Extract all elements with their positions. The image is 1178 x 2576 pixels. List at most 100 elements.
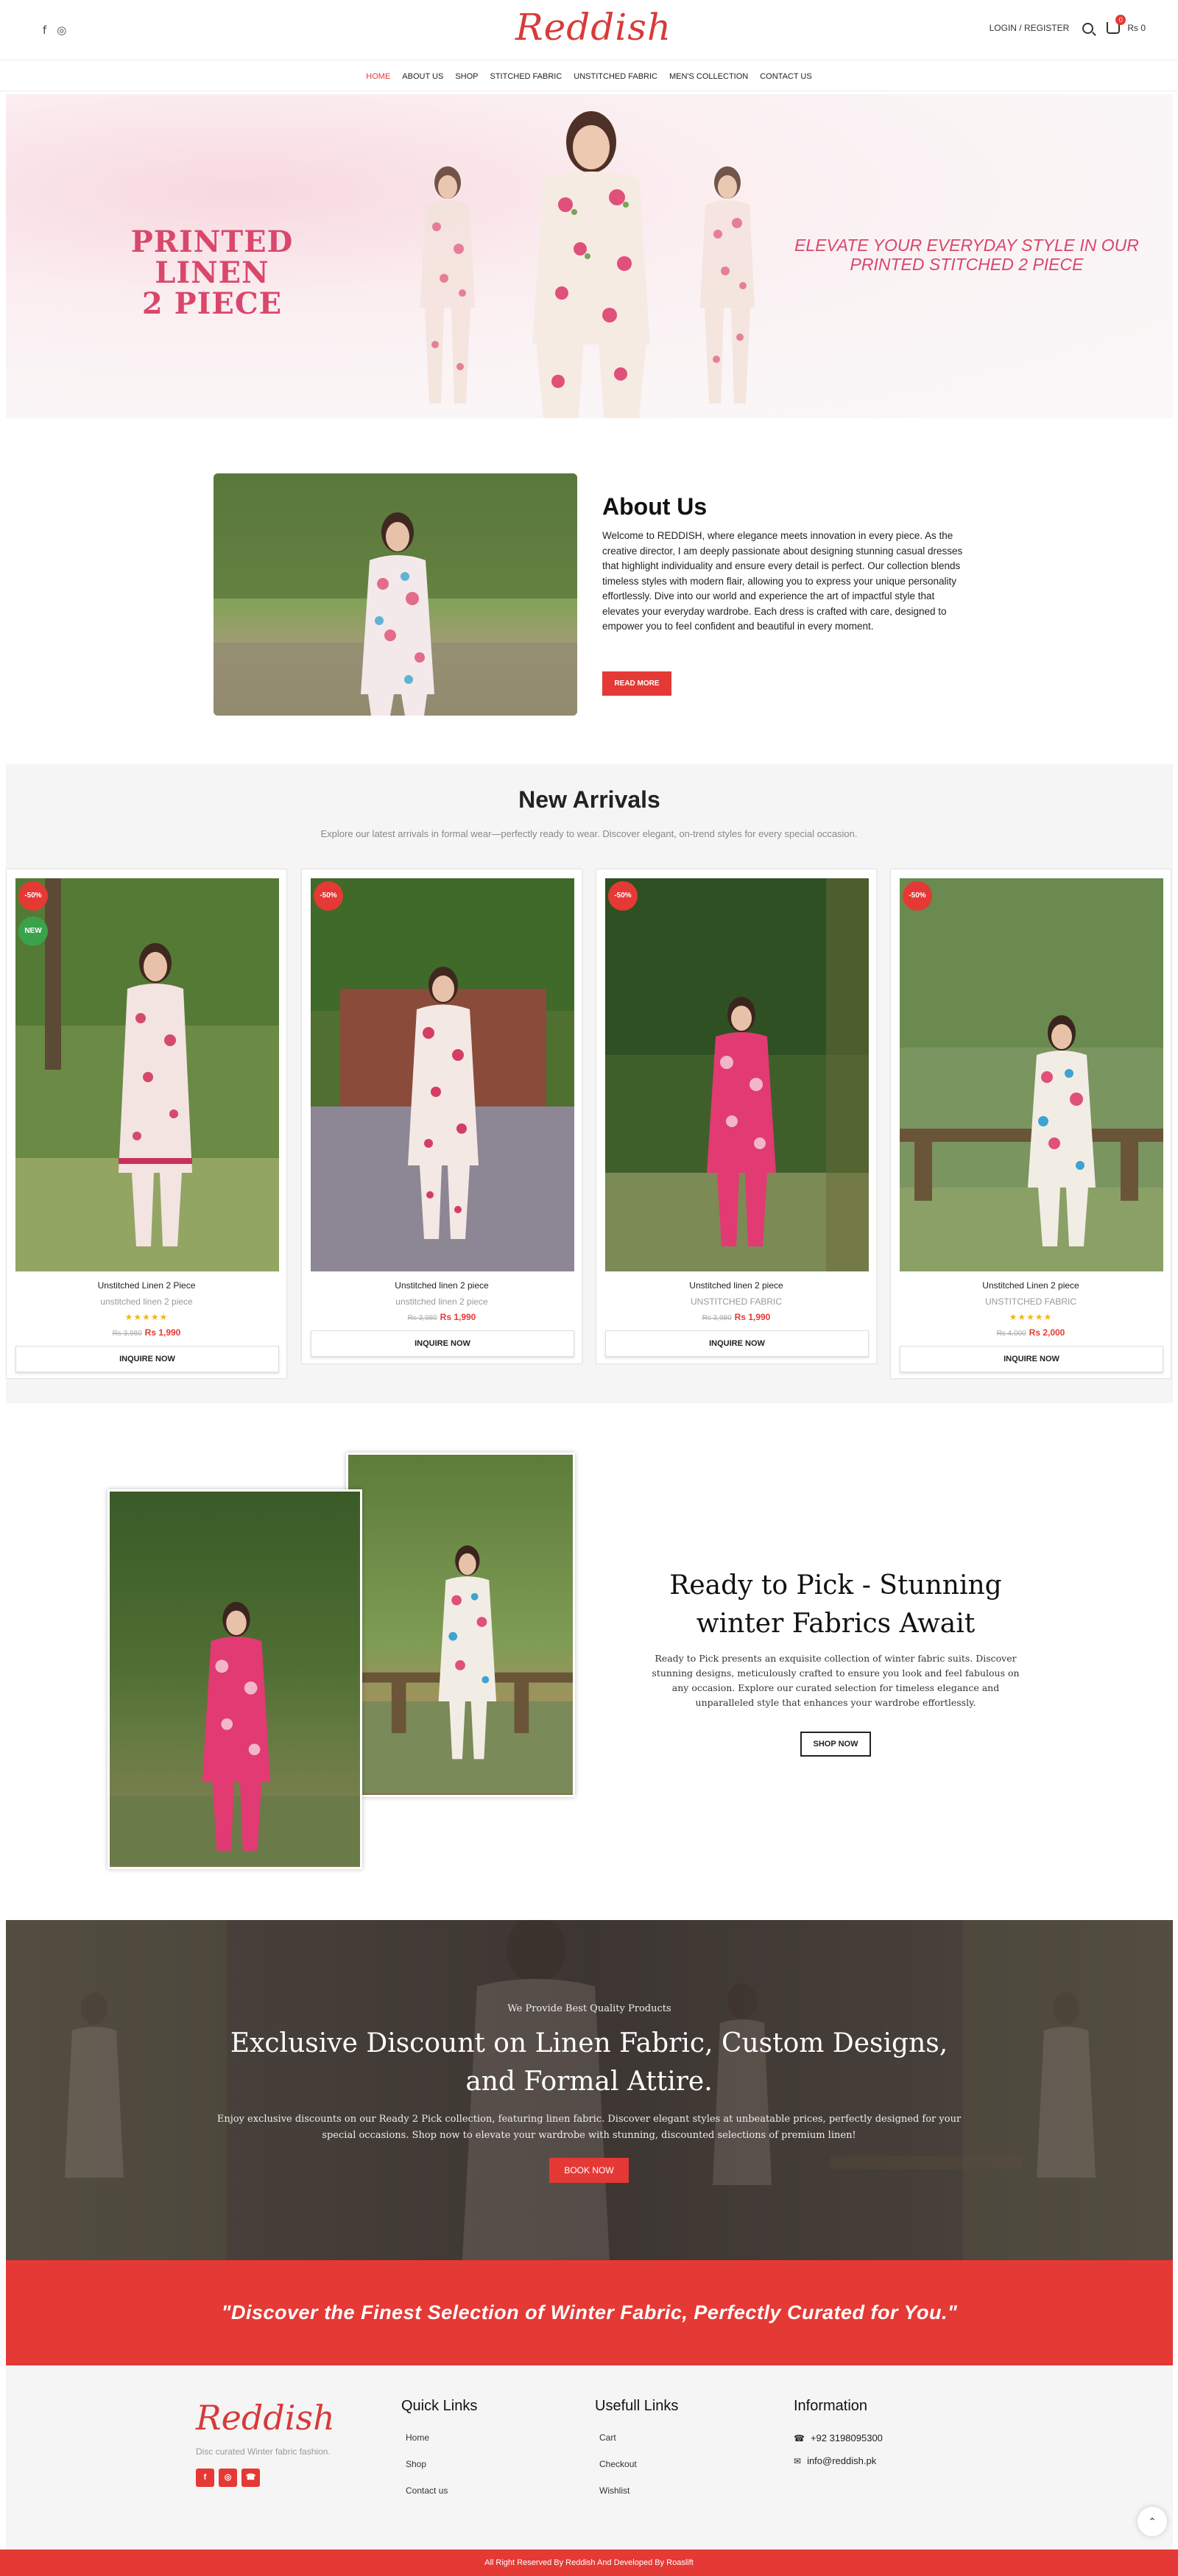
nav-about-us[interactable]: ABOUT US [402, 72, 443, 81]
product-category[interactable]: unstitched linen 2 piece [7, 1296, 286, 1307]
footer-link-home[interactable]: Home [406, 2432, 477, 2443]
product-price: Rs 3,980 Rs 1,990 [596, 1312, 876, 1322]
new-arrivals-subtitle: Explore our latest arrivals in formal we… [320, 828, 858, 839]
footer-tagline: Disc curated Winter fabric fashion. [196, 2446, 331, 2457]
product-card[interactable]: -50% Unstitched linen 2 piece UNSTITCHED… [596, 869, 877, 1364]
footer-link-contact[interactable]: Contact us [406, 2485, 477, 2496]
hero-model-image [532, 111, 650, 418]
chevron-up-icon: ⌃ [1148, 2516, 1157, 2527]
shop-now-button[interactable]: SHOP NOW [800, 1732, 871, 1757]
product-photo-4 [900, 878, 1163, 1271]
product-sale-price: Rs 1,990 [440, 1312, 476, 1322]
product-price: Rs 4,000 Rs 2,000 [891, 1327, 1171, 1338]
nav-unstitched-fabric[interactable]: UNSTITCHED FABRIC [574, 72, 657, 81]
product-sale-price: Rs 1,990 [144, 1327, 181, 1338]
about-title: About Us [602, 493, 708, 520]
product-card[interactable]: -50% NEW Unstitched Linen 2 Piece unstit… [6, 869, 287, 1379]
footer-link-cart[interactable]: Cart [599, 2432, 678, 2443]
about-image [214, 473, 577, 716]
product-name[interactable]: Unstitched Linen 2 Piece [7, 1280, 286, 1291]
product-old-price: Rs 3,980 [112, 1330, 142, 1338]
product-name[interactable]: Unstitched Linen 2 piece [891, 1280, 1171, 1291]
product-photo-1 [15, 878, 279, 1271]
sale-badge: -50% [314, 881, 343, 911]
hero-title-line1: PRINTED LINEN [130, 225, 294, 290]
discount-banner: We Provide Best Quality Products Exclusi… [6, 1920, 1173, 2260]
footer-email[interactable]: ✉ info@reddish.pk [794, 2455, 883, 2466]
nav-stitched-fabric[interactable]: STITCHED FABRIC [490, 72, 562, 81]
phone-icon: ☎ [794, 2432, 805, 2443]
copyright-bar: All Right Reserved By Reddish And Develo… [0, 2549, 1178, 2576]
product-category[interactable]: UNSTITCHED FABRIC [891, 1296, 1171, 1307]
instagram-icon[interactable]: ◎ [57, 24, 66, 37]
inquire-now-button[interactable]: INQUIRE NOW [605, 1330, 869, 1357]
footer-phone[interactable]: ☎ +92 3198095300 [794, 2432, 883, 2443]
product-image[interactable]: -50% NEW [15, 878, 279, 1271]
footer-social: f ◎ ☎ [196, 2469, 260, 2487]
cart-total[interactable]: Rs 0 [1127, 23, 1146, 33]
nav-contact-us[interactable]: CONTACT US [760, 72, 812, 81]
inquire-now-button[interactable]: INQUIRE NOW [900, 1346, 1163, 1372]
footer-link-checkout[interactable]: Checkout [599, 2459, 678, 2469]
facebook-icon[interactable]: f [43, 24, 46, 37]
new-arrivals-section: New Arrivals Explore our latest arrivals… [6, 764, 1173, 1403]
ready-pick-image-back [346, 1453, 575, 1797]
inquire-now-button[interactable]: INQUIRE NOW [311, 1330, 574, 1357]
quick-links-title: Quick Links [401, 2398, 478, 2414]
product-card[interactable]: -50% Unstitched Linen 2 piece UNSTITCHED… [890, 869, 1171, 1379]
search-icon[interactable] [1082, 22, 1094, 34]
site-logo[interactable]: Reddish [515, 6, 671, 49]
product-sale-price: Rs 1,990 [734, 1312, 771, 1322]
inquire-now-button[interactable]: INQUIRE NOW [15, 1346, 279, 1372]
product-rating-stars: ★★★★★ [1009, 1312, 1053, 1322]
product-card[interactable]: -50% Unstitched linen 2 piece unstitched… [301, 869, 582, 1364]
hero-model-image-left [420, 166, 475, 403]
hero-subtitle: ELEVATE YOUR EVERYDAY STYLE IN OUR PRINT… [794, 236, 1139, 274]
product-category[interactable]: UNSTITCHED FABRIC [596, 1296, 876, 1307]
footer-logo[interactable]: Reddish [196, 2398, 335, 2438]
new-arrivals-title: New Arrivals [518, 786, 660, 813]
footer-useful-links: Usefull Links Cart Checkout Wishlist [595, 2398, 678, 2512]
product-name[interactable]: Unstitched linen 2 piece [302, 1280, 582, 1291]
product-name[interactable]: Unstitched linen 2 piece [596, 1280, 876, 1291]
read-more-button[interactable]: READ MORE [602, 671, 671, 696]
footer-link-shop[interactable]: Shop [406, 2459, 477, 2469]
product-category[interactable]: unstitched linen 2 piece [302, 1296, 582, 1307]
main-nav: HOME ABOUT US SHOP STITCHED FABRIC UNSTI… [0, 62, 1178, 91]
hero-banner[interactable]: PRINTED LINEN 2 PIECE ELEVATE YOUR EVERY… [6, 94, 1173, 418]
product-old-price: Rs 3,980 [702, 1314, 732, 1322]
scroll-to-top-button[interactable]: ⌃ [1138, 2507, 1167, 2536]
new-badge: NEW [18, 917, 48, 946]
ready-pick-photo-front [110, 1601, 360, 1866]
discount-text: Enjoy exclusive discounts on our Ready 2… [216, 2114, 962, 2141]
header-social: f ◎ [43, 24, 66, 37]
nav-shop[interactable]: SHOP [455, 72, 478, 81]
quote-banner: "Discover the Finest Selection of Winter… [6, 2260, 1173, 2365]
login-register-link[interactable]: LOGIN / REGISTER [990, 23, 1070, 33]
information-title: Information [794, 2398, 868, 2414]
footer-information: Information ☎ +92 3198095300 ✉ info@reddis… [794, 2398, 883, 2478]
product-image[interactable]: -50% [311, 878, 574, 1271]
whatsapp-icon[interactable]: ☎ [241, 2469, 260, 2487]
product-image[interactable]: -50% [605, 878, 869, 1271]
instagram-icon[interactable]: ◎ [219, 2469, 237, 2487]
footer-link-wishlist[interactable]: Wishlist [599, 2485, 678, 2496]
ready-pick-title: Ready to Pick - Stunning winter Fabrics … [669, 1570, 1002, 1639]
useful-links-title: Usefull Links [595, 2398, 679, 2414]
cart-icon[interactable]: 0 [1107, 15, 1126, 34]
email-address[interactable]: info@reddish.pk [807, 2455, 876, 2466]
facebook-icon[interactable]: f [196, 2469, 214, 2487]
header-actions: LOGIN / REGISTER 0 Rs 0 [990, 15, 1146, 34]
discount-eyebrow: We Provide Best Quality Products [507, 2003, 671, 2014]
discount-title: Exclusive Discount on Linen Fabric, Cust… [230, 2028, 948, 2097]
nav-mens-collection[interactable]: MEN'S COLLECTION [669, 72, 748, 81]
cart-count-badge: 0 [1115, 15, 1126, 25]
footer-quick-links: Quick Links Home Shop Contact us [401, 2398, 477, 2512]
sale-badge: -50% [18, 881, 48, 911]
product-old-price: Rs 3,980 [407, 1314, 437, 1322]
about-model-illustration [214, 473, 577, 716]
product-image[interactable]: -50% [900, 878, 1163, 1271]
phone-number[interactable]: +92 3198095300 [811, 2432, 883, 2443]
book-now-button[interactable]: BOOK NOW [549, 2158, 629, 2183]
nav-home[interactable]: HOME [366, 72, 390, 81]
